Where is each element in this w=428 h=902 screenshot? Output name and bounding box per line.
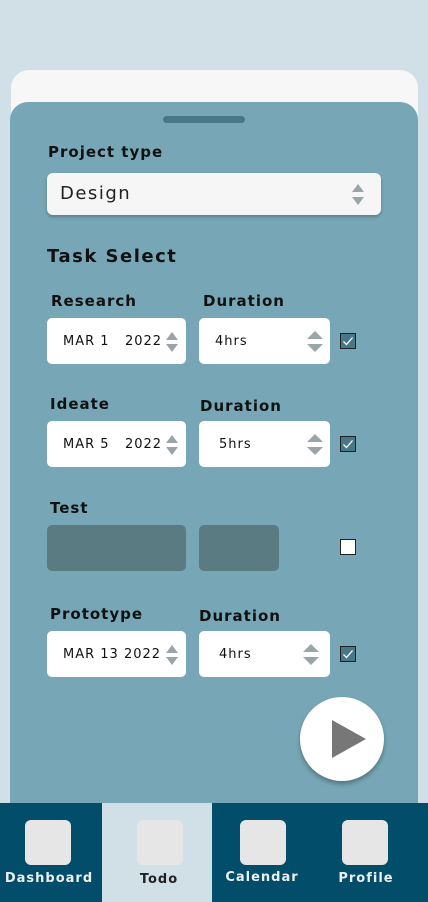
chevron-down-icon xyxy=(166,447,178,455)
task-name-test: Test xyxy=(50,499,89,517)
nav-item-dashboard[interactable]: Dashboard xyxy=(0,803,102,902)
date-picker-prototype[interactable]: MAR 13 2022 xyxy=(47,631,186,677)
date-value: MAR 1 2022 xyxy=(63,334,163,349)
todo-icon xyxy=(137,820,183,865)
play-icon xyxy=(332,720,366,758)
check-icon xyxy=(343,440,353,449)
check-icon xyxy=(343,337,353,346)
date-value: MAR 5 2022 xyxy=(63,437,163,452)
task-select-title: Task Select xyxy=(47,246,178,267)
duration-value: 4hrs xyxy=(215,334,248,349)
nav-label: Profile xyxy=(338,871,394,886)
nav-item-calendar[interactable]: Calendar xyxy=(212,803,316,902)
date-picker-test-disabled xyxy=(47,525,186,571)
chevron-down-icon xyxy=(303,657,319,665)
profile-icon xyxy=(342,820,388,865)
project-type-label: Project type xyxy=(48,143,164,161)
calendar-icon xyxy=(240,820,286,865)
task-name-prototype: Prototype xyxy=(50,605,144,623)
duration-value: 4hrs xyxy=(219,647,252,662)
chevron-down-icon xyxy=(352,197,364,205)
date-picker-ideate[interactable]: MAR 5 2022 xyxy=(47,421,186,467)
duration-stepper-ideate[interactable]: 5hrs xyxy=(199,421,330,467)
nav-item-profile[interactable]: Profile xyxy=(316,803,428,902)
sheet-drag-handle[interactable] xyxy=(163,116,245,123)
task-name-research: Research xyxy=(51,292,137,310)
duration-label: Duration xyxy=(203,292,285,310)
chevron-up-icon xyxy=(166,645,178,653)
chevron-up-icon xyxy=(166,435,178,443)
chevron-down-icon xyxy=(166,657,178,665)
task-name-ideate: Ideate xyxy=(50,395,110,413)
chevron-down-icon xyxy=(307,447,323,455)
duration-stepper-research[interactable]: 4hrs xyxy=(199,318,330,364)
bottom-nav: Dashboard Todo Calendar Profile xyxy=(0,803,428,902)
date-picker-research[interactable]: MAR 1 2022 xyxy=(47,318,186,364)
task-checkbox-research[interactable] xyxy=(340,333,356,349)
check-icon xyxy=(343,650,353,659)
chevron-down-icon xyxy=(166,344,178,352)
chevron-up-icon xyxy=(352,184,364,192)
nav-item-todo[interactable]: Todo xyxy=(102,803,212,902)
duration-value: 5hrs xyxy=(219,437,252,452)
duration-stepper-prototype[interactable]: 4hrs xyxy=(199,631,330,677)
chevron-up-icon xyxy=(307,331,323,339)
chevron-down-icon xyxy=(307,344,323,352)
dashboard-icon xyxy=(25,820,71,865)
chevron-up-icon xyxy=(166,332,178,340)
duration-label: Duration xyxy=(199,607,281,625)
project-type-select[interactable]: Design xyxy=(47,173,381,215)
chevron-up-icon xyxy=(307,434,323,442)
nav-label: Calendar xyxy=(225,870,299,885)
duration-stepper-test-disabled xyxy=(199,525,279,571)
start-button[interactable] xyxy=(300,697,384,781)
nav-label: Todo xyxy=(139,872,179,887)
nav-label: Dashboard xyxy=(4,871,94,886)
task-checkbox-test[interactable] xyxy=(340,539,356,555)
duration-label: Duration xyxy=(200,397,282,415)
project-type-value: Design xyxy=(60,183,132,204)
task-checkbox-prototype[interactable] xyxy=(340,646,356,662)
date-value: MAR 13 2022 xyxy=(63,647,162,662)
task-checkbox-ideate[interactable] xyxy=(340,436,356,452)
chevron-up-icon xyxy=(303,644,319,652)
